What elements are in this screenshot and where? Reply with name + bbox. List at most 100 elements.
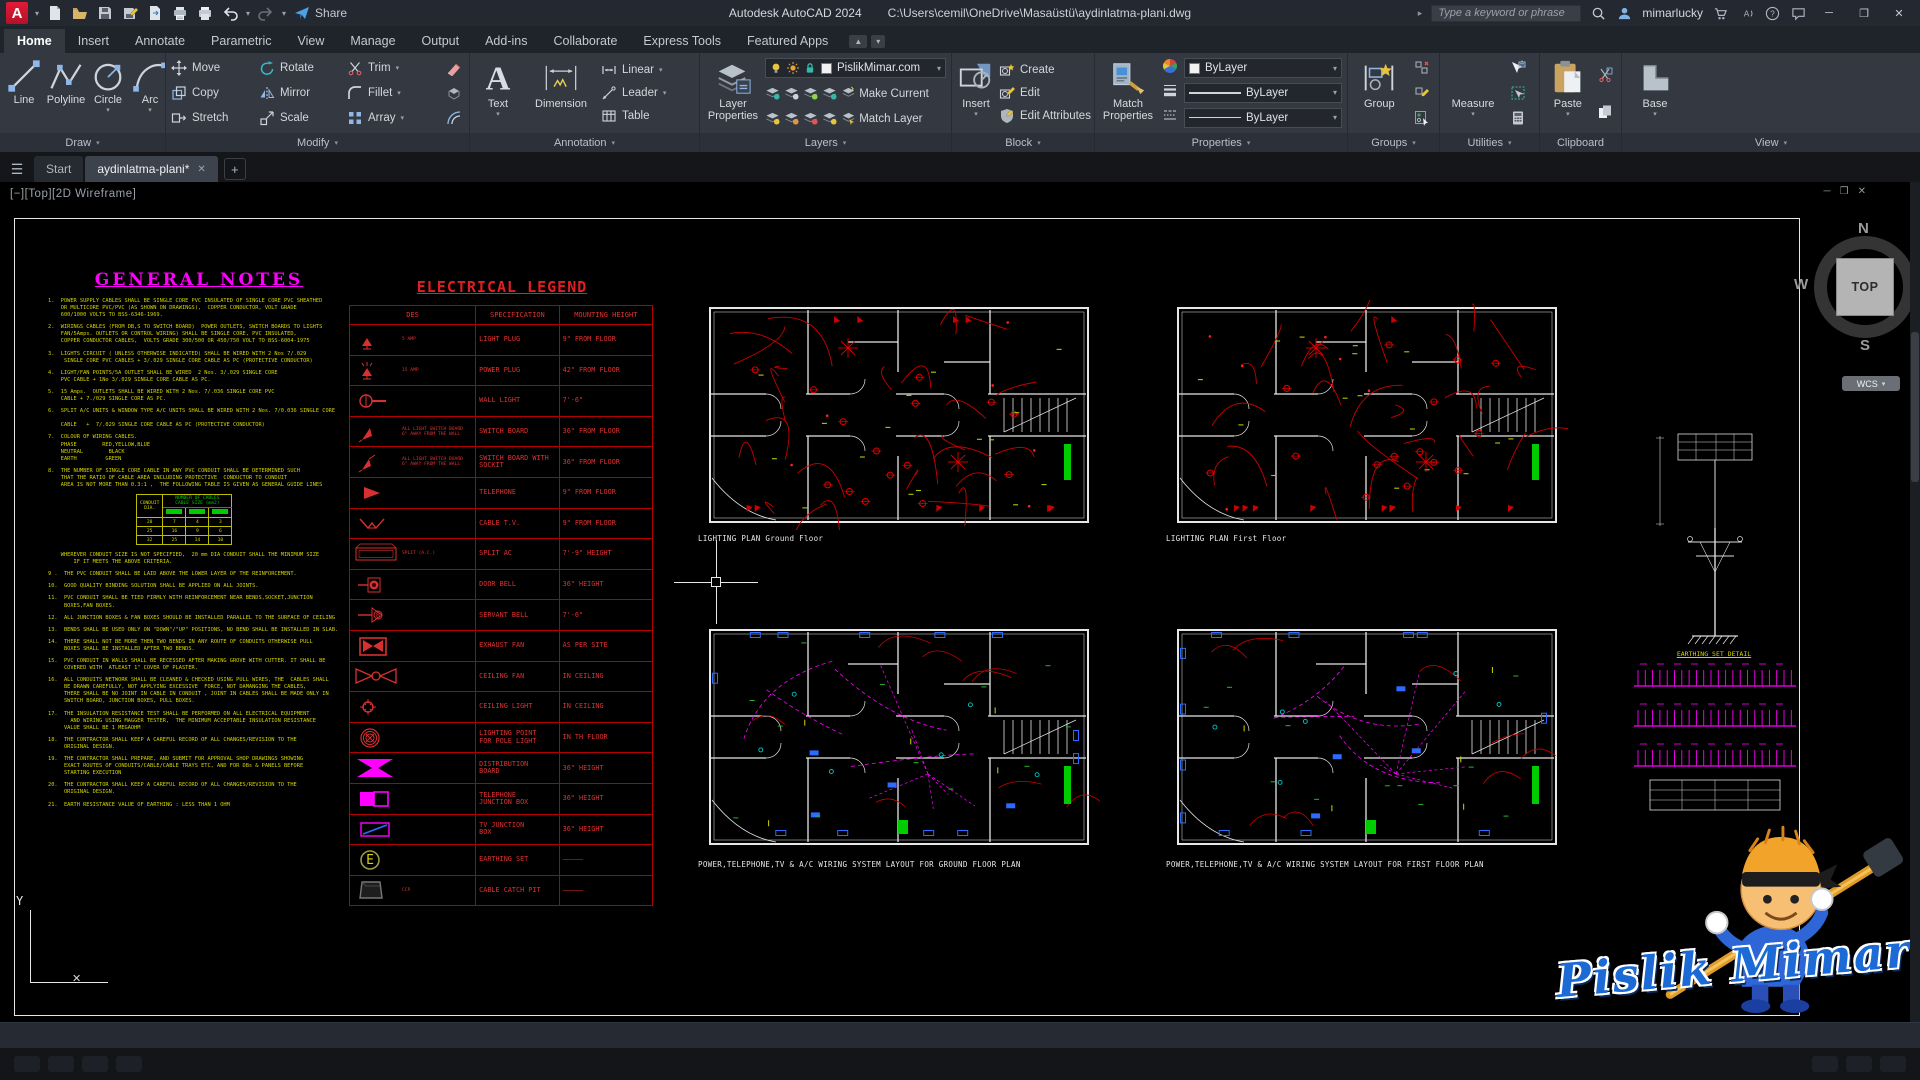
status-button[interactable]	[1812, 1056, 1838, 1072]
viewcube-south[interactable]: S	[1860, 337, 1870, 354]
quick-select-icon[interactable]	[1509, 59, 1527, 77]
status-button[interactable]	[48, 1056, 74, 1072]
menu-hamburger-icon[interactable]: ☰	[2, 156, 32, 182]
panel-label-groups[interactable]: Groups▾	[1348, 133, 1439, 152]
viewport-controls[interactable]: [−][Top][2D Wireframe]	[10, 188, 136, 200]
canvas-scrollbar[interactable]	[1910, 182, 1920, 1022]
tool-copy[interactable]: Copy	[171, 81, 259, 105]
cut-icon[interactable]	[1596, 66, 1614, 84]
save-icon[interactable]	[96, 4, 114, 22]
viewcube-top-face[interactable]: TOP	[1836, 258, 1894, 316]
measure-button[interactable]: Measure ▾	[1445, 56, 1501, 130]
tool-line[interactable]: Line	[5, 56, 43, 130]
match-layer-button[interactable]: Match Layer	[841, 110, 922, 125]
share-button[interactable]: Share	[293, 4, 347, 22]
print-icon[interactable]	[196, 4, 214, 22]
panel-label-clipboard[interactable]: Clipboard	[1540, 133, 1621, 152]
status-button[interactable]	[116, 1056, 142, 1072]
select-similar-icon[interactable]	[1509, 84, 1527, 102]
copy-clip-icon[interactable]	[1596, 103, 1614, 121]
open-folder-icon[interactable]	[71, 4, 89, 22]
ribbon-collapse-icon[interactable]: ▲	[849, 35, 867, 48]
redo-icon[interactable]	[257, 4, 275, 22]
tool-arc[interactable]: Arc▾	[131, 56, 165, 130]
tool-create[interactable]: Create	[999, 58, 1094, 81]
tool-array[interactable]: Array▾	[347, 106, 439, 130]
ribbon-tab-output[interactable]: Output	[409, 29, 473, 53]
plot-icon[interactable]	[171, 4, 189, 22]
object-color-dropdown[interactable]: ByLayer ▾	[1184, 58, 1342, 78]
undo-icon[interactable]	[221, 4, 239, 22]
search-icon[interactable]	[1590, 5, 1607, 22]
status-button[interactable]	[82, 1056, 108, 1072]
match-properties-button[interactable]: Match Properties	[1100, 56, 1156, 130]
autocad-logo-icon[interactable]: A	[6, 2, 28, 24]
tool-leader[interactable]: Leader▾	[601, 81, 666, 104]
redo-dropdown-icon[interactable]: ▾	[282, 9, 286, 18]
viewport-window-controls[interactable]: ─❐✕	[1824, 186, 1866, 197]
feedback-icon[interactable]	[1790, 5, 1807, 22]
tool-edit-attributes[interactable]: Edit Attributes▾	[999, 105, 1094, 128]
ribbon-tab-annotate[interactable]: Annotate	[122, 29, 198, 53]
new-tab-button[interactable]: +	[224, 158, 246, 180]
panel-label-utilities[interactable]: Utilities▾	[1440, 133, 1539, 152]
base-button[interactable]: Base ▾	[1627, 56, 1683, 130]
command-line-bar[interactable]	[0, 1022, 1920, 1048]
insert-block-button[interactable]: Insert ▾	[957, 56, 995, 130]
logo-dropdown-icon[interactable]: ▾	[35, 9, 39, 18]
tool-polyline[interactable]: Polyline	[47, 56, 85, 130]
cart-icon[interactable]	[1712, 5, 1729, 22]
tool-scale[interactable]: Scale	[259, 106, 347, 130]
tool-fillet[interactable]: Fillet▾	[347, 81, 439, 105]
tool-edit[interactable]: Edit	[999, 81, 1094, 104]
explode-icon[interactable]	[445, 84, 463, 102]
ribbon-tab-insert[interactable]: Insert	[65, 29, 122, 53]
tab-close-icon[interactable]: ✕	[197, 164, 205, 175]
maximize-button[interactable]: ❐	[1851, 2, 1877, 24]
undo-dropdown-icon[interactable]: ▾	[246, 9, 250, 18]
layer-state-icon[interactable]	[803, 85, 818, 100]
search-input[interactable]	[1431, 5, 1581, 22]
lineweight-dropdown[interactable]: ByLayer ▾	[1184, 83, 1342, 103]
tool-dimension[interactable]: Dimension	[525, 56, 597, 130]
erase-icon[interactable]	[445, 59, 463, 77]
layer-dropdown[interactable]: PislikMimar.com ▾	[765, 58, 946, 78]
layer-state-icon[interactable]	[765, 85, 780, 100]
ribbon-tab-view[interactable]: View	[284, 29, 337, 53]
tool-circle[interactable]: Circle▾	[89, 56, 127, 130]
help-icon[interactable]: ?	[1764, 5, 1781, 22]
viewcube[interactable]: TOP N S W E	[1800, 222, 1920, 352]
layer-state-icon[interactable]	[822, 110, 837, 125]
tool-table[interactable]: Table	[601, 105, 666, 128]
layer-state-icon[interactable]	[803, 110, 818, 125]
group-select-icon[interactable]	[1413, 109, 1431, 127]
offset-icon[interactable]	[445, 109, 463, 127]
ribbon-tab-featured-apps[interactable]: Featured Apps	[734, 29, 841, 53]
panel-label-view[interactable]: View▾	[1622, 133, 1920, 152]
layer-state-icon[interactable]	[784, 85, 799, 100]
user-icon[interactable]	[1616, 5, 1633, 22]
sync-icon[interactable]: A	[1738, 5, 1755, 22]
tool-text[interactable]: AText▾	[475, 56, 521, 130]
ribbon-tab-express-tools[interactable]: Express Tools	[630, 29, 734, 53]
status-button[interactable]	[1880, 1056, 1906, 1072]
new-file-icon[interactable]	[46, 4, 64, 22]
tool-mirror[interactable]: Mirror	[259, 81, 347, 105]
scrollbar-thumb[interactable]	[1911, 332, 1919, 482]
make-current-button[interactable]: Make Current	[841, 85, 929, 100]
ungroup-icon[interactable]	[1413, 59, 1431, 77]
tab-drawing[interactable]: aydinlatma-plani* ✕	[85, 156, 217, 182]
tool-rotate[interactable]: Rotate	[259, 56, 347, 80]
group-edit-icon[interactable]	[1413, 84, 1431, 102]
viewcube-north[interactable]: N	[1858, 220, 1869, 237]
search-flyout-icon[interactable]: ▸	[1418, 8, 1423, 19]
calculator-icon[interactable]	[1509, 109, 1527, 127]
status-button[interactable]	[1846, 1056, 1872, 1072]
layer-state-icon[interactable]	[784, 110, 799, 125]
minimize-button[interactable]: ─	[1816, 2, 1842, 24]
panel-label-draw[interactable]: Draw▾	[0, 133, 165, 152]
viewcube-west[interactable]: W	[1794, 276, 1808, 293]
username[interactable]: mimarlucky	[1642, 6, 1703, 20]
tool-move[interactable]: Move	[171, 56, 259, 80]
ribbon-tab-add-ins[interactable]: Add-ins	[472, 29, 540, 53]
